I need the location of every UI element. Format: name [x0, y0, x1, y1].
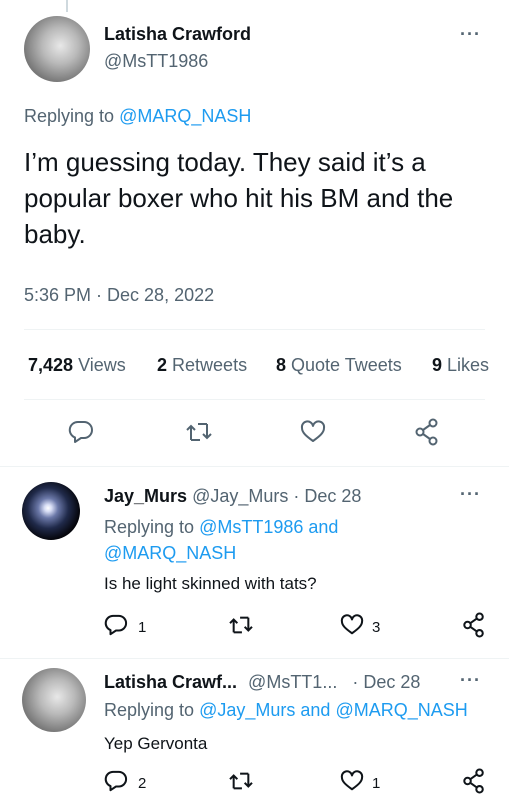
reply-count: 2 [138, 775, 147, 792]
more-options-icon[interactable]: ··· [460, 24, 481, 45]
reply-icon[interactable] [104, 614, 128, 636]
more-options-icon[interactable]: ··· [460, 670, 481, 691]
replying-to-joiner: and [308, 517, 339, 537]
likes-label: Likes [447, 355, 490, 375]
reply-date[interactable]: · Dec 28 [352, 672, 420, 692]
replying-to-prefix: Replying to [104, 700, 195, 720]
replying-to-prefix: Replying to [104, 517, 195, 537]
tweet-text: I’m guessing today. They said it’s a pop… [24, 147, 454, 249]
divider [24, 399, 485, 400]
reply-icon[interactable] [68, 420, 94, 444]
tweet-timestamp[interactable]: 5:36 PM · Dec 28, 2022 [24, 285, 214, 306]
views-label: Views [78, 355, 126, 375]
like-count: 1 [372, 775, 381, 792]
like-icon[interactable] [340, 614, 364, 636]
likes-count: 9 [432, 355, 443, 375]
quotes-count: 8 [276, 355, 287, 375]
replying-to-link[interactable]: @Jay_Murs [199, 700, 295, 720]
replying-to-link[interactable]: @MARQ_NASH [104, 543, 236, 563]
thread-connector-top [66, 0, 68, 12]
replying-to-link[interactable]: @MsTT1986 [199, 517, 303, 537]
reply-count: 1 [138, 619, 147, 636]
retweet-icon[interactable] [185, 420, 213, 444]
like-count: 3 [372, 619, 381, 636]
author-name[interactable]: Latisha Crawf... [104, 672, 237, 692]
replying-to: Replying to @MsTT1986 and @MARQ_NASH [104, 514, 474, 566]
divider [0, 658, 509, 659]
avatar[interactable] [22, 668, 86, 732]
stat-views[interactable]: 7,428 Views [28, 355, 126, 376]
share-icon[interactable] [462, 612, 486, 638]
author-name[interactable]: Latisha Crawford [104, 24, 251, 45]
views-count: 7,428 [28, 355, 74, 375]
reply-text: Is he light skinned with tats? [104, 574, 317, 593]
share-icon[interactable] [462, 768, 486, 794]
retweets-label: Retweets [172, 355, 248, 375]
replying-to-joiner: and [300, 700, 331, 720]
retweets-count: 2 [157, 355, 168, 375]
author-handle[interactable]: @Jay_Murs [192, 486, 288, 506]
reply-text: Yep Gervonta [104, 734, 208, 753]
retweet-icon[interactable] [228, 614, 254, 636]
reply-icon[interactable] [104, 770, 128, 792]
replying-to-prefix: Replying to [24, 106, 115, 126]
replying-to-link[interactable]: @MARQ_NASH [119, 106, 251, 126]
stat-retweets[interactable]: 2 Retweets [157, 355, 247, 376]
replying-to-link[interactable]: @MARQ_NASH [335, 700, 467, 720]
stat-quote-tweets[interactable]: 8 Quote Tweets [276, 355, 402, 376]
like-icon[interactable] [300, 420, 326, 444]
replying-to: Replying to @MARQ_NASH [24, 106, 251, 127]
reply-date[interactable]: · Dec 28 [293, 486, 361, 506]
like-icon[interactable] [340, 770, 364, 792]
retweet-icon[interactable] [228, 770, 254, 792]
divider [24, 329, 485, 330]
stat-likes[interactable]: 9 Likes [432, 355, 489, 376]
avatar[interactable] [22, 482, 80, 540]
more-options-icon[interactable]: ··· [460, 484, 481, 505]
quotes-label: Quote Tweets [291, 355, 402, 375]
author-handle[interactable]: @MsTT1... [248, 672, 337, 692]
share-icon[interactable] [414, 418, 440, 446]
avatar[interactable] [24, 16, 90, 82]
divider [0, 466, 509, 467]
reply-header: Latisha Crawf... @MsTT1... · Dec 28 [104, 672, 420, 693]
author-name[interactable]: Jay_Murs [104, 486, 187, 506]
replying-to: Replying to @Jay_Murs and @MARQ_NASH [104, 700, 504, 721]
author-handle[interactable]: @MsTT1986 [104, 51, 208, 72]
reply-header: Jay_Murs @Jay_Murs · Dec 28 [104, 486, 361, 507]
